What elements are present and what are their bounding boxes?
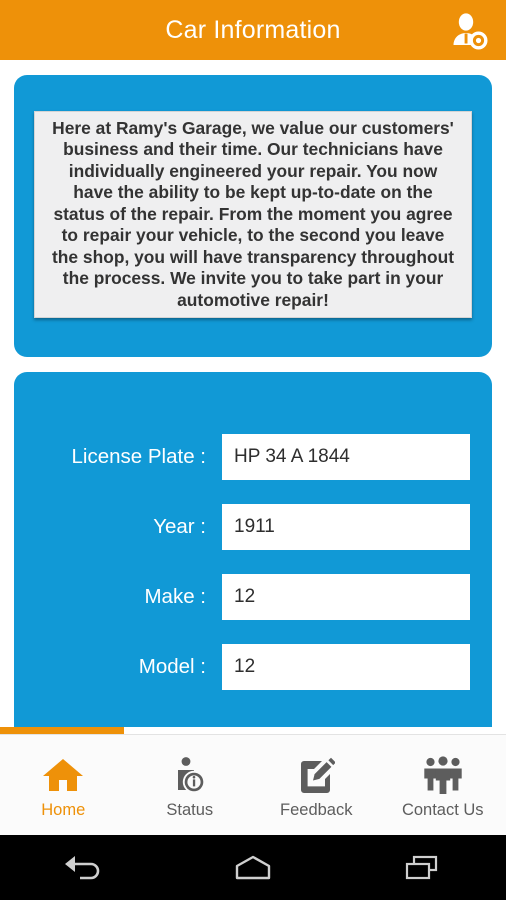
model-label: Model : [138, 655, 206, 678]
welcome-notice-text: Here at Ramy's Garage, we value our cust… [52, 117, 454, 310]
tab-home-label: Home [41, 801, 86, 819]
people-group-icon [421, 756, 465, 794]
scroll-progress-indicator[interactable] [0, 727, 124, 734]
back-icon[interactable] [39, 835, 129, 900]
license-plate-input[interactable] [222, 434, 470, 480]
home-icon[interactable] [208, 835, 298, 900]
welcome-notice-box: Here at Ramy's Garage, we value our cust… [34, 111, 472, 318]
edit-pencil-icon [297, 756, 336, 794]
tab-contact-us[interactable]: Contact Us [380, 735, 506, 835]
user-profile-settings-icon[interactable] [446, 8, 492, 54]
make-input[interactable] [222, 574, 470, 620]
tab-feedback[interactable]: Feedback [253, 735, 380, 835]
info-card: Here at Ramy's Garage, we value our cust… [14, 75, 492, 357]
tab-contact-us-label: Contact Us [401, 801, 484, 819]
form-row-make: Make : [14, 574, 492, 620]
bottom-tab-bar: Home Status Feedback Contact Us [0, 734, 506, 835]
model-input[interactable] [222, 644, 470, 690]
license-plate-label: License Plate : [71, 445, 206, 468]
tab-status[interactable]: Status [127, 735, 254, 835]
app-bar: Car Information [0, 0, 506, 60]
recents-icon[interactable] [377, 835, 467, 900]
tab-feedback-label: Feedback [280, 801, 353, 819]
android-system-nav [0, 835, 506, 900]
tab-home[interactable]: Home [0, 735, 127, 835]
home-icon [41, 756, 85, 794]
form-row-model: Model : [14, 644, 492, 690]
car-info-form: License Plate : Year : Make : Model : [14, 434, 492, 714]
car-info-form-card: License Plate : Year : Make : Model : [14, 372, 492, 727]
year-input[interactable] [222, 504, 470, 550]
form-row-license-plate: License Plate : [14, 434, 492, 480]
year-label: Year : [153, 515, 206, 538]
make-label: Make : [144, 585, 206, 608]
person-info-icon [171, 756, 209, 794]
form-row-year: Year : [14, 504, 492, 550]
page-title: Car Information [165, 16, 341, 44]
app-screen: Car Information Here at Ramy's Garage, w… [0, 0, 506, 900]
tab-status-label: Status [166, 801, 214, 819]
